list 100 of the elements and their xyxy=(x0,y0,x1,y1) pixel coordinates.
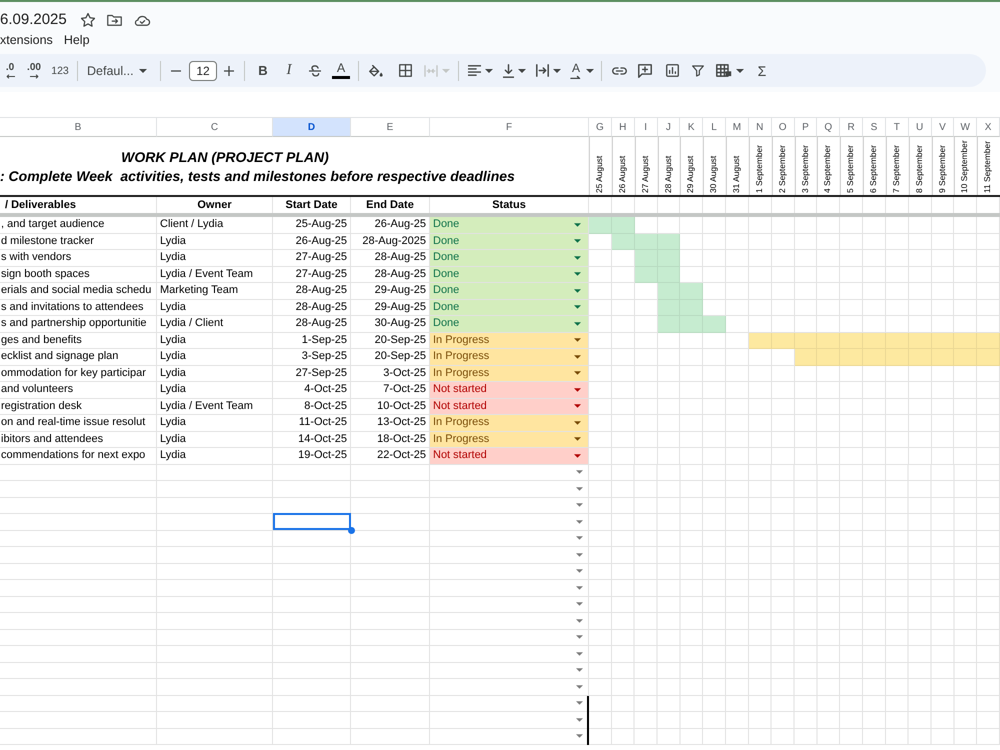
caret-icon[interactable] xyxy=(576,569,583,574)
timeline-cell[interactable] xyxy=(703,217,726,234)
timeline-cell[interactable] xyxy=(977,283,1000,300)
timeline-cell[interactable] xyxy=(977,398,1000,415)
timeline-cell[interactable] xyxy=(863,300,886,316)
column-header[interactable]: J xyxy=(658,117,680,137)
timeline-cell[interactable] xyxy=(748,349,772,366)
timeline-cell[interactable] xyxy=(748,266,772,283)
timeline-cell[interactable] xyxy=(748,448,772,464)
timeline-cell[interactable] xyxy=(726,283,749,300)
timeline-cell[interactable] xyxy=(703,349,726,366)
timeline-cell[interactable] xyxy=(772,300,794,316)
timeline-cell[interactable] xyxy=(680,250,704,266)
folder-arrow-icon[interactable] xyxy=(106,14,122,26)
timeline-cell[interactable] xyxy=(908,382,932,398)
timeline-cell[interactable] xyxy=(634,382,658,398)
timeline-cell[interactable] xyxy=(748,382,772,398)
timeline-cell[interactable] xyxy=(840,415,863,432)
timeline-cell[interactable] xyxy=(589,283,612,300)
timeline-cell[interactable] xyxy=(954,234,978,250)
column-header[interactable]: Q xyxy=(817,117,840,137)
timeline-cell[interactable] xyxy=(977,366,1000,382)
timeline-cell[interactable] xyxy=(794,266,818,283)
timeline-cell[interactable] xyxy=(840,300,863,316)
timeline-cell[interactable] xyxy=(817,398,840,415)
caret-icon[interactable] xyxy=(576,652,583,656)
timeline-cell[interactable] xyxy=(658,432,680,448)
timeline-cell[interactable] xyxy=(703,398,726,415)
timeline-cell[interactable] xyxy=(954,266,978,283)
caret-icon[interactable] xyxy=(576,552,583,557)
status-dropdown[interactable]: In Progress xyxy=(430,366,589,382)
timeline-cell[interactable] xyxy=(817,283,840,300)
timeline-cell[interactable] xyxy=(863,415,886,432)
timeline-cell[interactable] xyxy=(772,217,794,234)
timeline-cell[interactable] xyxy=(886,366,909,382)
timeline-cell[interactable] xyxy=(680,398,704,415)
caret-icon[interactable] xyxy=(576,486,583,491)
timeline-cell[interactable] xyxy=(863,382,886,398)
timeline-cell[interactable] xyxy=(612,349,635,366)
timeline-cell[interactable] xyxy=(612,332,635,349)
timeline-cell[interactable] xyxy=(840,432,863,448)
timeline-cell[interactable] xyxy=(977,448,1000,464)
timeline-cell[interactable] xyxy=(772,398,794,415)
menu-item[interactable]: xtensions xyxy=(0,32,53,48)
timeline-cell[interactable] xyxy=(680,415,704,432)
timeline-cell[interactable] xyxy=(954,432,978,448)
functions-button[interactable]: Σ xyxy=(750,58,774,84)
status-dropdown[interactable]: Not started xyxy=(430,382,589,398)
timeline-cell[interactable] xyxy=(772,382,794,398)
column-header[interactable]: S xyxy=(863,117,886,137)
timeline-cell[interactable] xyxy=(954,300,978,316)
status-dropdown[interactable]: In Progress xyxy=(430,332,589,349)
selected-cell[interactable] xyxy=(273,513,351,530)
timeline-cell[interactable] xyxy=(589,250,612,266)
timeline-cell[interactable] xyxy=(886,217,909,234)
timeline-cell[interactable] xyxy=(908,217,932,234)
timeline-cell[interactable] xyxy=(932,266,954,283)
timeline-cell[interactable] xyxy=(840,250,863,266)
timeline-cell[interactable] xyxy=(863,250,886,266)
timeline-cell[interactable] xyxy=(589,448,612,464)
timeline-cell[interactable] xyxy=(589,332,612,349)
timeline-cell[interactable] xyxy=(932,448,954,464)
timeline-cell[interactable] xyxy=(680,432,704,448)
timeline-cell[interactable] xyxy=(612,448,635,464)
column-header[interactable]: V xyxy=(932,117,954,137)
timeline-cell[interactable] xyxy=(817,448,840,464)
timeline-cell[interactable] xyxy=(840,266,863,283)
text-rotation-button[interactable]: A xyxy=(566,58,598,84)
timeline-cell[interactable] xyxy=(658,382,680,398)
timeline-cell[interactable] xyxy=(863,266,886,283)
timeline-cell[interactable] xyxy=(932,300,954,316)
timeline-cell[interactable] xyxy=(612,382,635,398)
status-dropdown[interactable]: Done xyxy=(430,283,589,300)
status-dropdown[interactable]: In Progress xyxy=(430,415,589,432)
timeline-cell[interactable] xyxy=(794,415,818,432)
timeline-cell[interactable] xyxy=(908,250,932,266)
timeline-cell[interactable] xyxy=(748,234,772,250)
column-header[interactable]: O xyxy=(772,117,794,137)
timeline-cell[interactable] xyxy=(977,266,1000,283)
italic-button[interactable]: I xyxy=(277,58,301,84)
status-dropdown[interactable]: Done xyxy=(430,250,589,266)
timeline-cell[interactable] xyxy=(863,448,886,464)
timeline-cell[interactable] xyxy=(863,398,886,415)
column-header[interactable]: X xyxy=(977,117,1000,137)
timeline-cell[interactable] xyxy=(703,415,726,432)
caret-icon[interactable] xyxy=(576,536,583,540)
timeline-cell[interactable] xyxy=(634,349,658,366)
fill-handle[interactable] xyxy=(348,526,355,534)
timeline-cell[interactable] xyxy=(977,432,1000,448)
timeline-cell[interactable] xyxy=(589,349,612,366)
document-title[interactable]: 6.09.2025 xyxy=(0,10,67,30)
timeline-cell[interactable] xyxy=(680,332,704,349)
timeline-cell[interactable] xyxy=(794,366,818,382)
timeline-cell[interactable] xyxy=(908,448,932,464)
status-dropdown[interactable]: Done xyxy=(430,316,589,332)
timeline-cell[interactable] xyxy=(863,432,886,448)
timeline-cell[interactable] xyxy=(680,366,704,382)
timeline-cell[interactable] xyxy=(794,283,818,300)
timeline-cell[interactable] xyxy=(726,250,749,266)
timeline-cell[interactable] xyxy=(817,217,840,234)
